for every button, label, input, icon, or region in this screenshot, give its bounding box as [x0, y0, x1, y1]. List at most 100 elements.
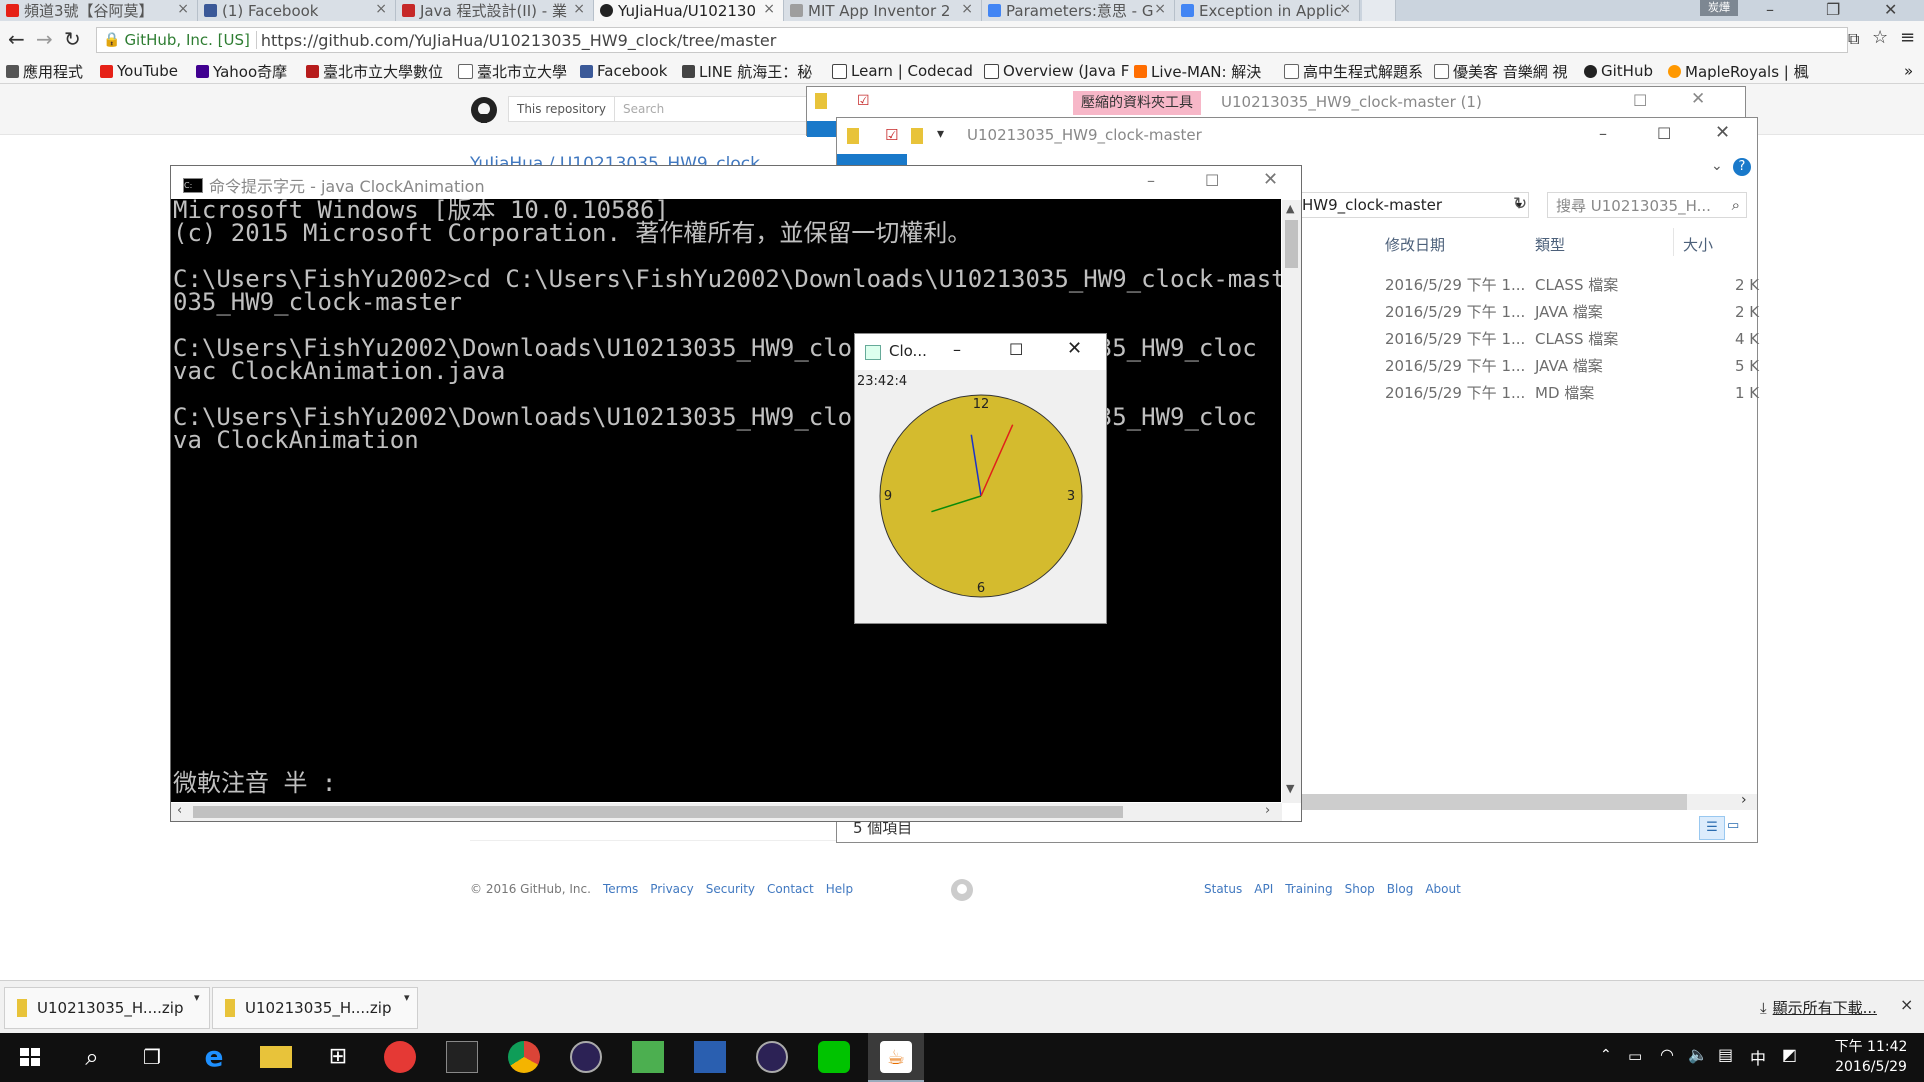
profile-badge[interactable]: 炭燁 — [1700, 0, 1738, 16]
explorer-address-bar[interactable]: HW9_clock-master ▾ — [1297, 192, 1529, 218]
maximize-icon[interactable]: ☐ — [1009, 340, 1023, 359]
store-icon[interactable]: ⊞ — [322, 1041, 354, 1073]
column-header-size[interactable]: 大小 — [1683, 234, 1713, 255]
scrollbar-thumb[interactable] — [1287, 794, 1687, 810]
translate-icon[interactable]: ⧉ — [1848, 29, 1859, 49]
close-icon[interactable]: × — [763, 1, 775, 17]
new-tab-button[interactable] — [1362, 0, 1396, 21]
footer-link[interactable]: Privacy — [650, 882, 693, 896]
horizontal-scrollbar[interactable] — [1287, 794, 1757, 810]
java-taskbar-button[interactable]: ☕ — [868, 1033, 924, 1082]
editor-icon[interactable] — [632, 1041, 664, 1073]
close-icon[interactable]: ✕ — [1715, 122, 1730, 143]
checkbox-icon[interactable]: ☑ — [857, 93, 870, 109]
scroll-down-icon[interactable]: ▼ — [1286, 782, 1294, 795]
console-output[interactable]: Microsoft Windows [版本 10.0.10586] (c) 20… — [171, 199, 1281, 802]
bookmark-youtube[interactable]: YouTube — [100, 59, 178, 83]
tab-youtube-channel[interactable]: 頻道3號【谷阿莫】 × — [0, 0, 198, 21]
chevron-down-icon[interactable]: ▾ — [404, 991, 410, 1004]
footer-link[interactable]: API — [1254, 882, 1273, 896]
file-row[interactable]: 2016/5/29 下午 1... CLASS 檔案 4 K — [1385, 326, 1759, 353]
bookmark-music[interactable]: 優美客 音樂網 視 — [1434, 59, 1568, 83]
chevron-down-icon[interactable]: ▾ — [937, 126, 944, 142]
close-icon[interactable]: ✕ — [1691, 89, 1705, 109]
close-icon[interactable]: × — [177, 1, 189, 17]
footer-link[interactable]: Training — [1285, 882, 1332, 896]
system-clock[interactable]: 下午 11:42 2016/5/29 — [1826, 1037, 1916, 1077]
vertical-scrollbar[interactable]: ▲ ▼ — [1282, 200, 1301, 803]
horizontal-scrollbar[interactable]: ‹ › — [171, 803, 1282, 821]
maximize-icon[interactable]: ☐ — [1657, 124, 1671, 143]
close-icon[interactable]: × — [1900, 995, 1913, 1014]
bookmark-java-overview[interactable]: Overview (Java F — [984, 59, 1129, 83]
command-prompt-icon[interactable] — [446, 1041, 478, 1073]
close-icon[interactable]: ✕ — [1263, 169, 1278, 190]
scroll-left-icon[interactable]: ‹ — [177, 803, 182, 818]
tab-google-exception[interactable]: Exception in Applic × — [1175, 0, 1360, 21]
footer-link[interactable]: Shop — [1345, 882, 1375, 896]
bookmark-facebook[interactable]: Facebook — [580, 59, 667, 83]
notification-icon[interactable]: ▤ — [1718, 1045, 1733, 1064]
close-icon[interactable]: ✕ — [1884, 0, 1897, 19]
footer-link[interactable]: Terms — [603, 882, 638, 896]
tab-google-parameters[interactable]: Parameters:意思 - G × — [982, 0, 1175, 21]
bookmark-github[interactable]: GitHub — [1584, 59, 1653, 83]
minimize-icon[interactable]: – — [1766, 0, 1774, 19]
close-icon[interactable]: × — [961, 1, 973, 17]
reload-icon[interactable]: ↻ — [64, 27, 81, 51]
restore-icon[interactable]: ☐ — [1633, 91, 1647, 110]
download-item[interactable]: U10213035_H....zip — [212, 987, 418, 1029]
bookmark-apps[interactable]: 應用程式 — [6, 59, 83, 83]
file-row[interactable]: 2016/5/29 下午 1... JAVA 檔案 2 K — [1385, 299, 1759, 326]
github-search-box[interactable]: This repository Search — [508, 96, 808, 122]
column-header-date[interactable]: 修改日期 — [1385, 234, 1445, 255]
footer-link[interactable]: About — [1425, 882, 1460, 896]
eclipse-icon[interactable] — [570, 1041, 602, 1073]
menu-icon[interactable]: ≡ — [1900, 27, 1915, 48]
scrollbar-thumb[interactable] — [1285, 220, 1298, 268]
close-icon[interactable]: ✕ — [1067, 338, 1082, 359]
url-text[interactable]: https://github.com/YuJiaHua/U10213035_HW… — [257, 31, 776, 50]
file-row[interactable]: 2016/5/29 下午 1... CLASS 檔案 2 K — [1385, 272, 1759, 299]
task-view-icon[interactable]: ❐ — [136, 1041, 168, 1073]
chevron-down-icon[interactable]: ⌄ — [1711, 158, 1723, 174]
ime-indicator[interactable]: 中 — [1750, 1045, 1766, 1069]
download-item[interactable]: U10213035_H....zip — [4, 987, 210, 1029]
maximize-icon[interactable]: ☐ — [1205, 171, 1219, 190]
volume-icon[interactable]: 🔈 — [1688, 1045, 1708, 1064]
footer-link[interactable]: Security — [706, 882, 755, 896]
scroll-right-icon[interactable]: › — [1265, 803, 1270, 818]
column-header-type[interactable]: 類型 — [1535, 234, 1565, 255]
chevron-down-icon[interactable]: ▾ — [194, 991, 200, 1004]
refresh-icon[interactable]: ↻ — [1513, 194, 1527, 214]
tab-app-inventor[interactable]: MIT App Inventor 2 × — [784, 0, 982, 21]
edge-icon[interactable]: e — [198, 1041, 230, 1073]
ribbon-file-tab[interactable] — [807, 121, 837, 137]
minimize-icon[interactable]: – — [953, 340, 961, 359]
close-icon[interactable]: × — [573, 1, 585, 17]
bookmarks-more[interactable]: » — [1904, 59, 1913, 83]
scrollbar-thumb[interactable] — [193, 806, 1123, 818]
line-icon[interactable] — [818, 1041, 850, 1073]
bookmark-line-onepiece[interactable]: LINE 航海王：秘 — [682, 59, 812, 83]
footer-link[interactable]: Help — [826, 882, 853, 896]
windows-start-icon[interactable] — [14, 1041, 46, 1073]
power-app-icon[interactable] — [384, 1041, 416, 1073]
search-icon[interactable]: ⌕ — [1732, 196, 1746, 214]
bookmark-mapleroyals[interactable]: MapleRoyals | 楓 — [1668, 59, 1809, 83]
bookmark-yahoo[interactable]: Yahoo奇摩 — [196, 59, 287, 83]
bookmark-utaipei[interactable]: 臺北市立大學 — [458, 59, 567, 83]
show-all-downloads[interactable]: ⤓ 顯示所有下載... — [1760, 997, 1877, 1018]
checkbox-icon[interactable]: ☑ — [885, 126, 898, 144]
github-footer-logo-icon[interactable] — [950, 878, 974, 902]
bookmark-liveman[interactable]: Live-MAN: 解決 — [1134, 59, 1261, 83]
footer-link[interactable]: Status — [1204, 882, 1242, 896]
minimize-icon[interactable]: – — [1599, 124, 1607, 143]
devcpp-icon[interactable] — [694, 1041, 726, 1073]
minimize-icon[interactable]: – — [1147, 171, 1155, 190]
back-arrow-icon[interactable]: ← — [8, 27, 25, 51]
footer-link[interactable]: Contact — [767, 882, 814, 896]
chrome-icon[interactable] — [508, 1041, 540, 1073]
ribbon-context-tab[interactable]: 壓縮的資料夾工具 — [1073, 91, 1201, 115]
tab-facebook[interactable]: (1) Facebook × — [198, 0, 396, 21]
